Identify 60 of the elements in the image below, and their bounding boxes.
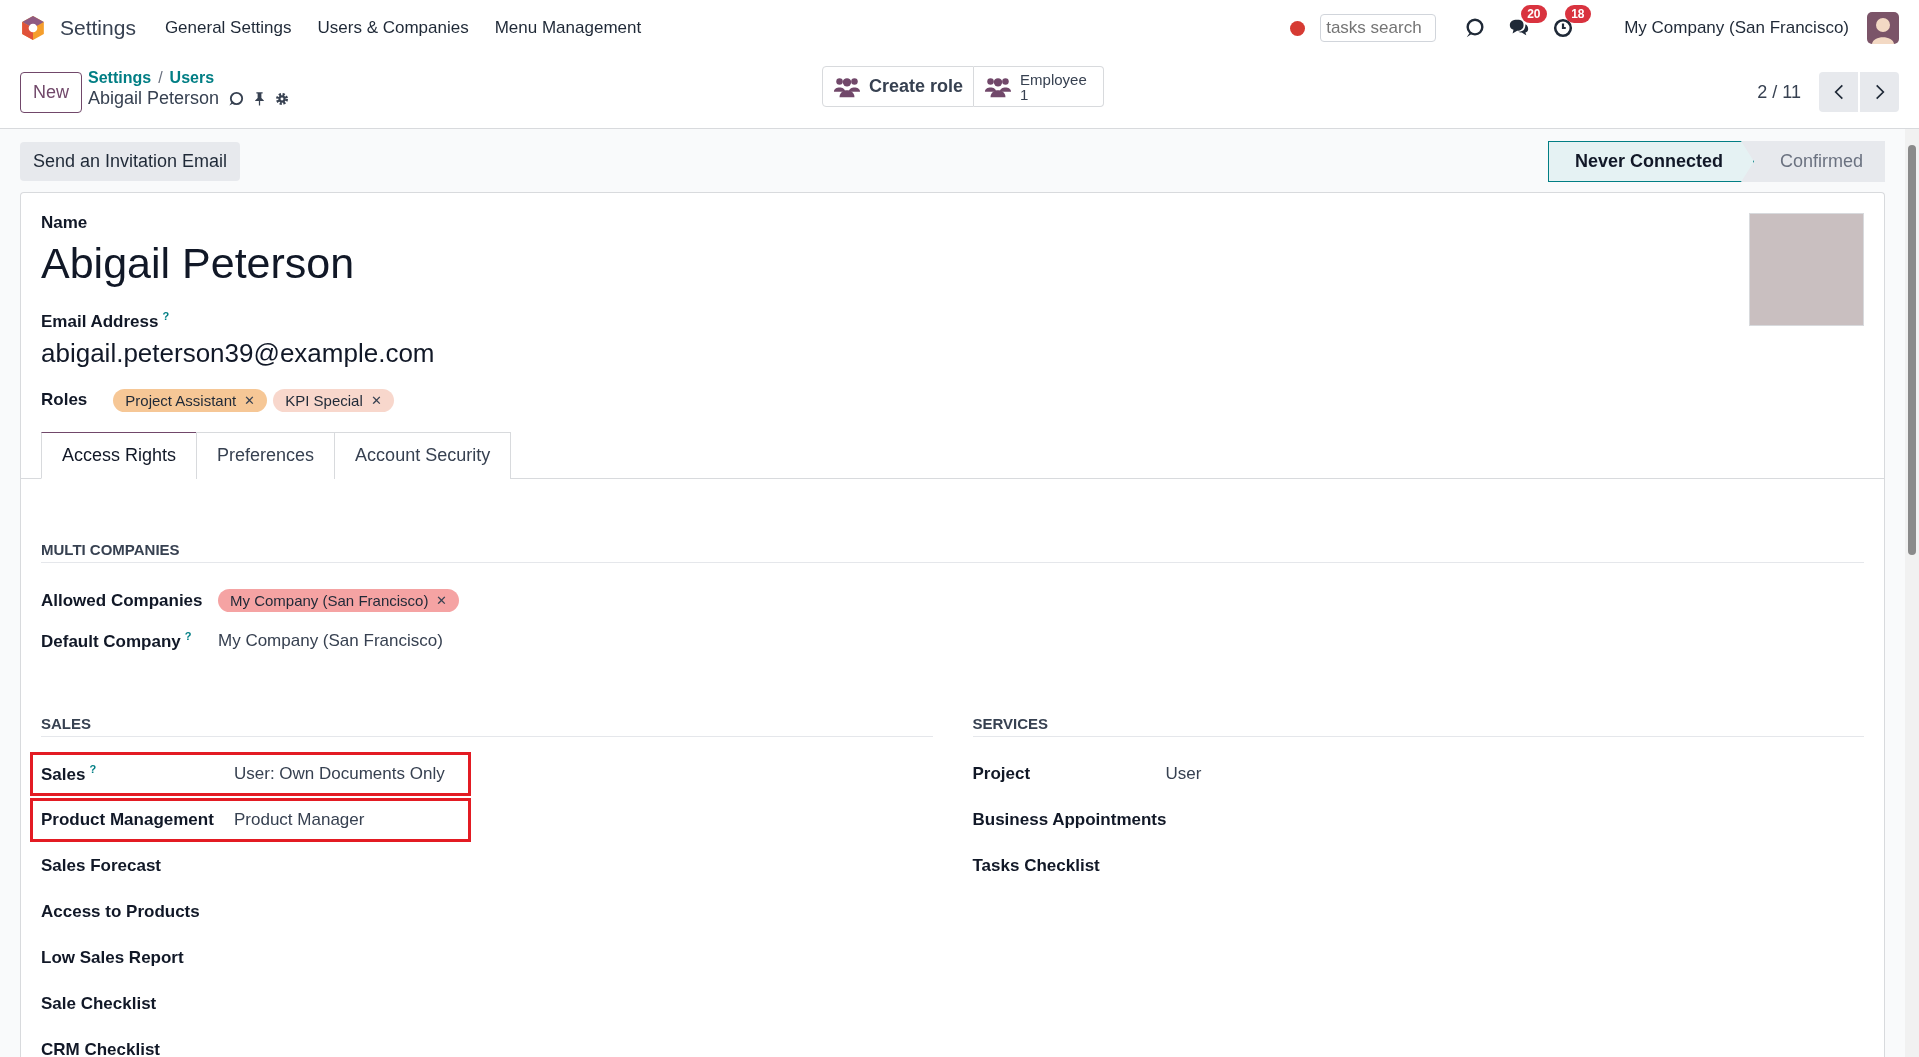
role-tag: KPI Special ✕ bbox=[273, 388, 394, 412]
tab[interactable]: Preferences bbox=[196, 431, 336, 479]
send-invitation-button[interactable]: Send an Invitation Email bbox=[20, 142, 241, 181]
smart-button[interactable]: Employee 1 bbox=[974, 66, 1105, 107]
new-button[interactable]: New bbox=[20, 71, 82, 113]
field-label: Access to Products bbox=[41, 901, 201, 922]
company-switcher[interactable]: My Company (San Francisco) bbox=[1624, 18, 1849, 38]
menu-item[interactable]: General Settings bbox=[151, 18, 305, 38]
chevron-left-icon bbox=[1833, 83, 1844, 101]
field-label: Tasks Checklist bbox=[972, 855, 1101, 876]
settings-icon[interactable] bbox=[274, 90, 291, 107]
role-tag: Project Assistant ✕ bbox=[113, 388, 268, 412]
field-value[interactable]: My Company (San Francisco) bbox=[218, 630, 443, 651]
field-value[interactable]: Product Manager bbox=[234, 809, 365, 830]
status-step[interactable]: Never Connected bbox=[1547, 141, 1754, 182]
notification-badge: 20 bbox=[1521, 5, 1547, 23]
pager-value: 2 / 11 bbox=[1757, 81, 1801, 103]
breadcrumb-link[interactable]: Users bbox=[169, 69, 215, 87]
field-label: Roles bbox=[41, 390, 88, 411]
remove-icon[interactable]: ✕ bbox=[436, 593, 448, 609]
avatar-silhouette-icon[interactable] bbox=[1867, 12, 1899, 44]
breadcrumb-separator: / bbox=[158, 69, 163, 87]
field-label: Sales Forecast bbox=[41, 855, 162, 876]
section-title: SERVICES bbox=[972, 714, 1864, 737]
field-label: Name bbox=[41, 213, 88, 233]
field-value[interactable]: User bbox=[1165, 763, 1202, 784]
scrollbar[interactable] bbox=[1905, 129, 1919, 1057]
remove-icon[interactable]: ✕ bbox=[244, 392, 256, 408]
tab[interactable]: Access Rights bbox=[41, 431, 198, 479]
field-value[interactable]: User: Own Documents Only bbox=[234, 763, 445, 784]
field-label: Low Sales Report bbox=[41, 947, 185, 968]
record-title: Abigail Peterson bbox=[88, 88, 220, 109]
breadcrumb-link[interactable]: Settings bbox=[88, 69, 152, 87]
field-label: Project bbox=[972, 763, 1032, 784]
chevron-right-icon bbox=[1874, 83, 1885, 101]
company-tag: My Company (San Francisco) ✕ bbox=[218, 589, 460, 613]
field-label: Product Management bbox=[41, 809, 215, 830]
field-label: Email Address $^{?}$ bbox=[41, 310, 170, 332]
app-name[interactable]: Settings bbox=[60, 16, 136, 40]
field-label: Default Company $^{?}$ bbox=[41, 629, 193, 652]
clock-icon[interactable] bbox=[1552, 17, 1575, 39]
email-value: abigail.peterson39@example.com bbox=[41, 337, 435, 369]
field-label: CRM Checklist bbox=[41, 1039, 162, 1057]
section-title: MULTI COMPANIES bbox=[41, 540, 1864, 563]
field-label: Business Appointments bbox=[972, 809, 1166, 830]
search-field[interactable]: tasks search bbox=[1320, 14, 1437, 42]
section-title: SALES bbox=[41, 714, 933, 737]
user-name: Abigail Peterson bbox=[41, 239, 355, 288]
menu-item[interactable]: Users & Companies bbox=[304, 18, 482, 38]
hexagon-logo-icon[interactable] bbox=[20, 15, 46, 41]
menu-item[interactable]: Menu Management bbox=[481, 18, 655, 38]
tab[interactable]: Account Security bbox=[334, 431, 512, 479]
smart-button[interactable]: Create role bbox=[822, 66, 975, 107]
remove-icon[interactable]: ✕ bbox=[370, 392, 382, 408]
status-step[interactable]: Confirmed bbox=[1753, 141, 1885, 182]
record-dot-icon[interactable] bbox=[1290, 20, 1306, 36]
field-label: Sale Checklist bbox=[41, 993, 158, 1014]
field-label: Sales $^{?}$ bbox=[41, 762, 98, 785]
notification-badge: 18 bbox=[1565, 5, 1591, 23]
field-label: Allowed Companies bbox=[41, 590, 204, 611]
